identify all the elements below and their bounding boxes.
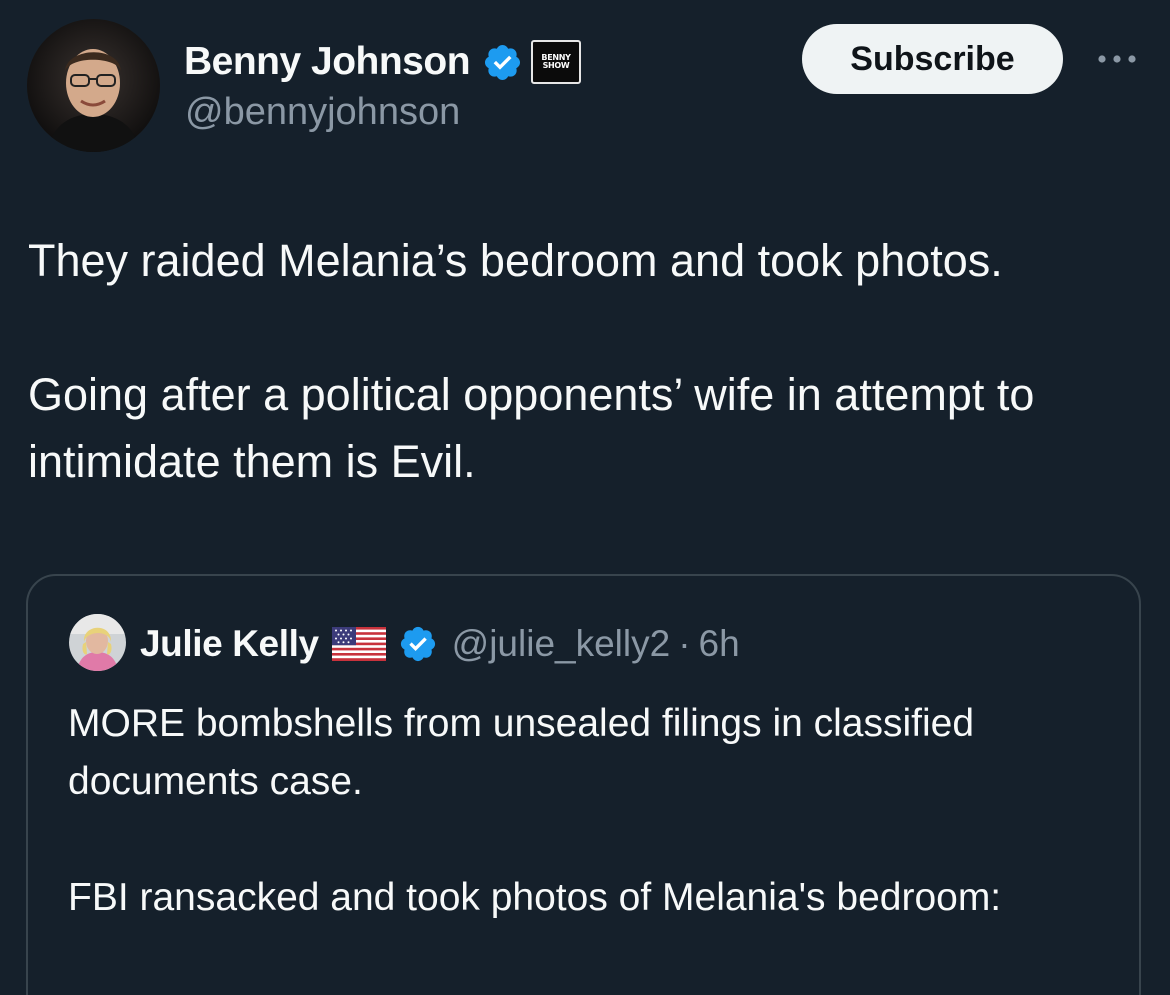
author-name[interactable]: Benny Johnson (184, 40, 471, 84)
author-avatar[interactable] (27, 19, 160, 152)
quote-author-name[interactable]: Julie Kelly (140, 623, 319, 665)
us-flag-icon (331, 627, 386, 661)
quote-text: MORE bombshells from unsealed filings in… (68, 695, 1108, 927)
badge-text-line2: SHOW (542, 61, 570, 70)
verified-badge-icon[interactable] (482, 42, 523, 83)
quote-separator: · (678, 623, 691, 664)
quote-verified-badge-icon[interactable] (398, 624, 438, 664)
more-horizontal-icon[interactable] (1094, 49, 1140, 69)
quote-header: Julie Kelly @julie_kelly2 · 6h (140, 618, 740, 670)
author-handle[interactable]: @bennyjohnson (185, 91, 460, 134)
quote-author-avatar[interactable] (69, 614, 126, 671)
author-name-row: Benny Johnson BENNY SHOW (184, 36, 582, 88)
quote-author-handle[interactable]: @julie_kelly2 (452, 623, 671, 665)
subscribe-button[interactable]: Subscribe (802, 24, 1063, 94)
quoted-tweet-card[interactable]: Julie Kelly @julie_kelly2 · 6h MORE bomb… (26, 574, 1141, 995)
tweet-paragraph: Going after a political opponents’ wife … (28, 369, 1035, 487)
quote-paragraph: MORE bombshells from unsealed filings in… (68, 702, 975, 803)
quote-paragraph: FBI ransacked and took photos of Melania… (68, 876, 1002, 919)
tweet-paragraph: They raided Melania’s bedroom and took p… (28, 235, 1003, 286)
tweet-text: They raided Melania’s bedroom and took p… (28, 227, 1158, 495)
benny-show-badge-icon[interactable]: BENNY SHOW (531, 40, 582, 84)
quote-timestamp[interactable]: 6h (699, 623, 740, 665)
